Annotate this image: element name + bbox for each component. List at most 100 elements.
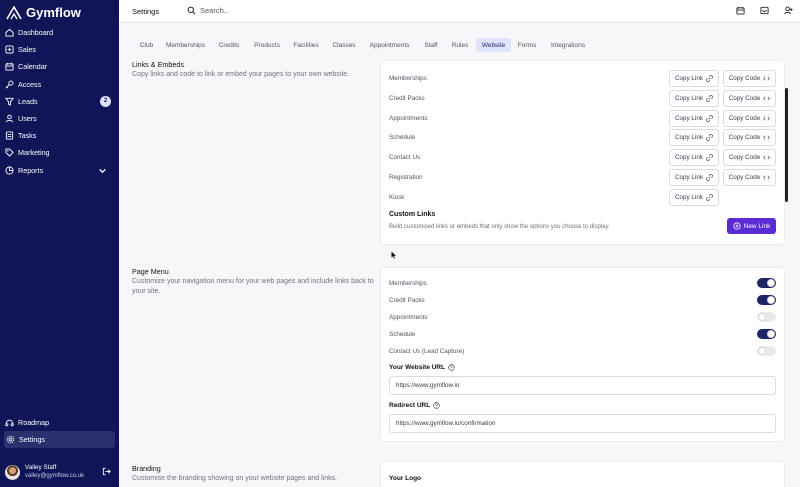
- tab-credits[interactable]: Credits: [214, 38, 244, 52]
- tab-appointments[interactable]: Appointments: [366, 38, 413, 52]
- brand-logo[interactable]: Gymflow: [6, 5, 81, 20]
- link-row-label: Contact Us: [389, 154, 421, 161]
- calendar-icon[interactable]: [736, 6, 745, 15]
- sidebar-item-dashboard[interactable]: Dashboard: [0, 24, 119, 41]
- sidebar-item-users[interactable]: Users: [0, 110, 119, 127]
- copy-link-button[interactable]: Copy Link: [669, 90, 719, 107]
- menu-toggle-label: Contact Us (Lead Capture): [389, 348, 465, 355]
- copy-code-button[interactable]: Copy Code: [723, 169, 776, 186]
- copy-link-button[interactable]: Copy Link: [669, 169, 719, 186]
- sidebar-item-roadmap[interactable]: Roadmap: [0, 414, 119, 431]
- scrollbar[interactable]: [785, 88, 788, 202]
- tab-integrations[interactable]: Integrations: [546, 38, 590, 52]
- code-icon: [763, 96, 771, 101]
- link-icon: [706, 174, 713, 181]
- tab-classes[interactable]: Classes: [328, 38, 360, 52]
- button-label: Copy Link: [674, 95, 703, 102]
- copy-code-button[interactable]: Copy Code: [723, 149, 776, 166]
- button-label: Copy Link: [674, 134, 703, 141]
- appointments-toggle[interactable]: [757, 312, 776, 322]
- sidebar-item-label: Calendar: [18, 62, 48, 72]
- links-card: Memberships Copy Link Copy Code Credit P…: [380, 60, 785, 245]
- user-name: Valley Staff: [25, 464, 57, 471]
- sidebar-item-label: Dashboard: [18, 28, 54, 38]
- help-icon[interactable]: [433, 402, 440, 409]
- mouse-cursor-icon: [391, 251, 396, 259]
- copy-link-button[interactable]: Copy Link: [669, 189, 719, 206]
- branding-section-description: Customise the branding showing on your w…: [132, 475, 338, 482]
- tab-staff[interactable]: Staff: [419, 38, 443, 52]
- schedule-toggle[interactable]: [757, 329, 776, 339]
- sidebar-item-label: Sales: [18, 45, 36, 55]
- logout-icon[interactable]: [102, 467, 111, 476]
- copy-code-button[interactable]: Copy Code: [723, 70, 776, 87]
- sidebar-item-label: Reports: [18, 165, 44, 175]
- chevron-down-icon[interactable]: [98, 166, 107, 175]
- tab-products[interactable]: Products: [250, 38, 284, 52]
- link-row-label: Kiosk: [389, 194, 405, 201]
- copy-link-button[interactable]: Copy Link: [669, 149, 719, 166]
- menu-toggle-label: Appointments: [389, 314, 428, 321]
- add-user-icon[interactable]: [784, 6, 793, 15]
- toggle-knob: [767, 330, 775, 338]
- sidebar-item-reports[interactable]: Reports: [0, 162, 119, 179]
- toggle-knob: [767, 296, 775, 304]
- sidebar-item-settings[interactable]: Settings: [4, 431, 115, 449]
- chart-icon: [5, 166, 14, 175]
- memberships-toggle[interactable]: [757, 278, 776, 288]
- tab-memberships[interactable]: Memberships: [163, 38, 208, 52]
- search-placeholder: Search...: [200, 6, 231, 15]
- new-link-button[interactable]: New Link: [727, 218, 776, 234]
- tab-club[interactable]: Club: [133, 38, 160, 52]
- link-icon: [706, 154, 713, 161]
- credit-packs-toggle[interactable]: [757, 295, 776, 305]
- roadmap-icon: [5, 419, 14, 427]
- copy-link-button[interactable]: Copy Link: [669, 129, 719, 146]
- toggle-knob: [758, 313, 766, 321]
- button-label: Copy Code: [728, 115, 761, 122]
- inbox-icon[interactable]: [760, 6, 769, 15]
- code-icon: [763, 116, 771, 121]
- code-icon: [763, 175, 771, 180]
- tab-website[interactable]: Website: [476, 38, 511, 52]
- website-url-label: Your Website URL: [389, 364, 455, 371]
- copy-link-button[interactable]: Copy Link: [669, 70, 719, 87]
- avatar: [5, 464, 20, 480]
- redirect-url-input[interactable]: https://www.gymflow.io/confirmation: [389, 414, 776, 433]
- button-label: Copy Link: [674, 75, 703, 82]
- code-icon: [763, 155, 771, 160]
- button-label: Copy Code: [728, 134, 761, 141]
- button-label: Copy Link: [674, 174, 703, 181]
- gymflow-logo-icon: [6, 5, 22, 19]
- sidebar-item-label: Settings: [19, 435, 45, 445]
- contact-us-toggle[interactable]: [757, 346, 776, 356]
- current-user[interactable]: Valley Staff valley@gymflow.co.uk: [5, 461, 115, 483]
- sidebar-item-calendar[interactable]: Calendar: [0, 58, 119, 75]
- button-label: Copy Link: [674, 154, 703, 161]
- sidebar-item-access[interactable]: Access: [0, 76, 119, 93]
- link-icon: [706, 115, 713, 122]
- tab-rules[interactable]: Rules: [448, 38, 472, 52]
- copy-link-button[interactable]: Copy Link: [669, 110, 719, 127]
- search-input[interactable]: Search...: [187, 6, 230, 15]
- menu-toggle-label: Schedule: [389, 331, 416, 338]
- sidebar-item-label: Access: [18, 79, 42, 89]
- help-icon[interactable]: [448, 364, 455, 371]
- website-url-input[interactable]: https://www.gymflow.io: [389, 376, 776, 395]
- sidebar-item-tasks[interactable]: Tasks: [0, 127, 119, 144]
- button-label: Copy Code: [728, 174, 761, 181]
- sidebar-item-label: Roadmap: [18, 418, 50, 428]
- copy-code-button[interactable]: Copy Code: [723, 90, 776, 107]
- code-icon: [763, 76, 771, 81]
- sidebar-item-sales[interactable]: Sales: [0, 41, 119, 58]
- tab-forms[interactable]: Forms: [515, 38, 539, 52]
- button-label: Copy Code: [728, 95, 761, 102]
- menu-section-description: Customize your navigation menu for your …: [132, 278, 374, 295]
- redirect-url-label: Redirect URL: [389, 402, 440, 409]
- sidebar-item-marketing[interactable]: Marketing: [0, 144, 119, 161]
- sidebar-item-leads[interactable]: Leads 2: [0, 93, 119, 110]
- copy-code-button[interactable]: Copy Code: [723, 110, 776, 127]
- sidebar-item-label: Leads: [18, 96, 38, 106]
- copy-code-button[interactable]: Copy Code: [723, 129, 776, 146]
- tab-facilities[interactable]: Facilities: [290, 38, 322, 52]
